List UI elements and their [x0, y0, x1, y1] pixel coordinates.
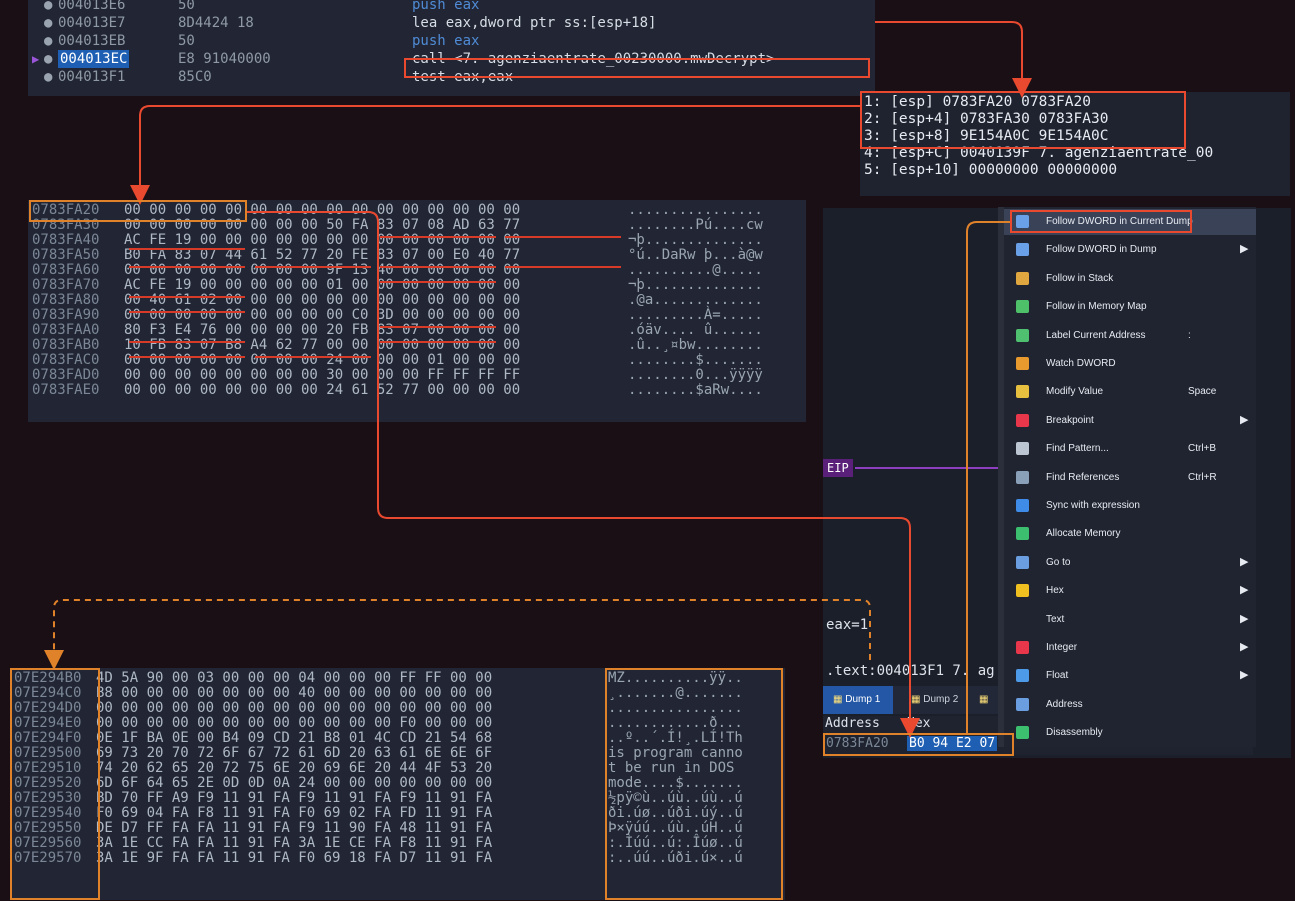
pointer-underline — [380, 326, 496, 328]
pointer-underline — [505, 266, 621, 268]
pointer-underline — [505, 236, 621, 238]
dump2-ascii-column-box — [605, 668, 783, 900]
pointer-underline — [380, 266, 496, 268]
pointer-underline — [129, 266, 245, 268]
dump-row-box — [823, 733, 1014, 756]
call-highlight-box — [404, 58, 870, 78]
pointer-underline — [129, 248, 245, 250]
pointer-underline — [255, 356, 371, 358]
pointer-underline — [129, 296, 245, 298]
pointer-underline — [129, 341, 245, 343]
pointer-underline — [255, 266, 371, 268]
pointer-underline — [380, 281, 496, 283]
dump2-address-column-box — [10, 668, 100, 900]
pointer-underline — [129, 356, 245, 358]
menu-follow-dword-box — [1010, 210, 1192, 233]
pointer-underline — [129, 311, 245, 313]
dump1-first-dword-box — [29, 200, 247, 222]
stack-args-highlight-box — [860, 91, 1186, 149]
pointer-underline — [380, 236, 496, 238]
pointer-underline — [380, 341, 496, 343]
